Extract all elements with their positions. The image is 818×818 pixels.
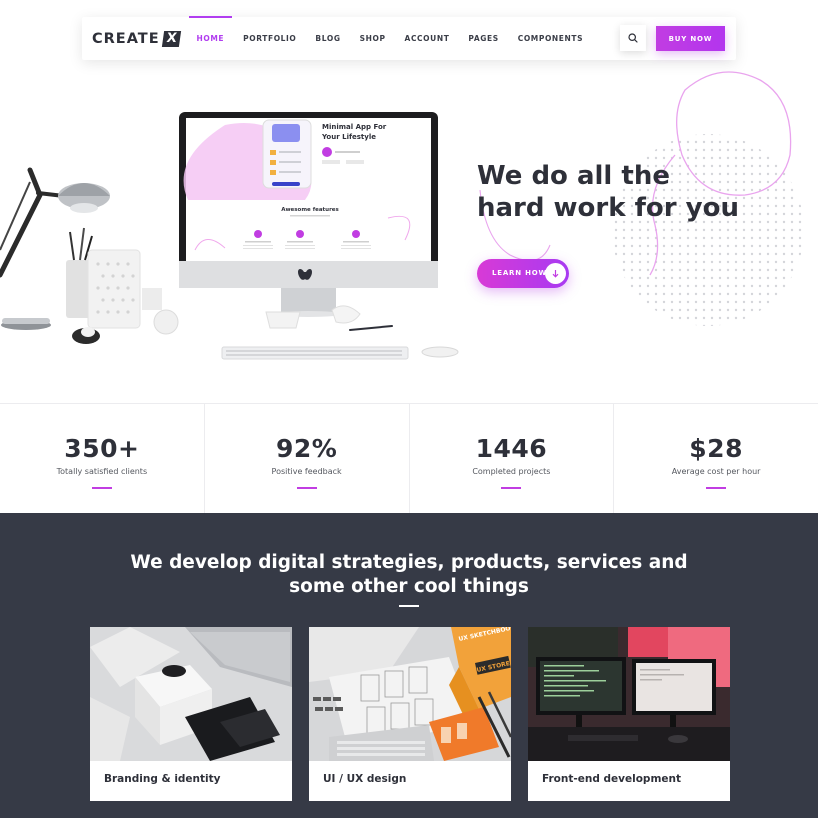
- nav-link-components[interactable]: COMPONENTS: [508, 17, 592, 60]
- navbar: CREATE X HOME PORTFOLIO BLOG SHOP ACCOUN…: [82, 16, 736, 60]
- card-label: Branding & identity: [104, 773, 221, 785]
- stat-label: Completed projects: [472, 467, 551, 476]
- screen-features-title: Awesome features: [281, 207, 339, 213]
- stat-value: 1446: [475, 434, 548, 463]
- card-label: UI / UX design: [323, 773, 407, 785]
- nav-link-home[interactable]: HOME: [187, 16, 234, 60]
- stat-label: Totally satisfied clients: [56, 467, 148, 476]
- nav-link-pages[interactable]: PAGES: [459, 17, 508, 60]
- arrow-down-circle: [545, 263, 566, 284]
- nav-link-account[interactable]: ACCOUNT: [395, 17, 459, 60]
- arrow-down-icon: [552, 270, 559, 278]
- learn-how-button[interactable]: LEARN HOW: [477, 259, 569, 288]
- services-section: We develop digital strategies, products,…: [0, 513, 818, 818]
- buy-now-button[interactable]: BUY NOW: [656, 26, 725, 51]
- desk-accessories-image: [66, 227, 179, 344]
- service-card-frontend[interactable]: Front-end development: [528, 627, 730, 801]
- stat-underline: [91, 487, 112, 489]
- stat-label: Average cost per hour: [671, 467, 761, 476]
- logo-mark: X: [161, 31, 181, 47]
- learn-how-label: LEARN HOW: [492, 269, 548, 277]
- stat-cost: $28 Average cost per hour: [614, 404, 818, 513]
- stat-feedback: 92% Positive feedback: [205, 404, 410, 513]
- nav-link-portfolio[interactable]: PORTFOLIO: [234, 17, 306, 60]
- stat-value: 92%: [275, 434, 338, 463]
- services-title-line2: some other cool things: [289, 576, 529, 597]
- hero-title-line1: We do all the: [477, 161, 670, 191]
- services-title: We develop digital strategies, products,…: [0, 551, 818, 599]
- stat-value: $28: [689, 434, 743, 463]
- frontend-image: [528, 627, 730, 761]
- nav-link-shop[interactable]: SHOP: [350, 17, 395, 60]
- hero-title-line2: hard work for you: [477, 193, 739, 223]
- service-card-uiux[interactable]: UX SKETCHBOOK UX STORE UI / UX design: [309, 627, 511, 801]
- stat-label: Positive feedback: [271, 467, 342, 476]
- stat-clients: 350+ Totally satisfied clients: [0, 404, 205, 513]
- logo-text: CREATE: [92, 31, 160, 47]
- logo[interactable]: CREATE X: [92, 30, 181, 48]
- nav-link-blog[interactable]: BLOG: [306, 17, 350, 60]
- stat-underline: [501, 487, 522, 489]
- hero-illustration: Minimal App For Your Lifestyle Awesome f…: [0, 112, 459, 360]
- screen-headline-line2: Your Lifestyle: [321, 133, 376, 141]
- search-button[interactable]: [620, 25, 646, 51]
- card-label: Front-end development: [542, 773, 682, 785]
- nav-links: HOME PORTFOLIO BLOG SHOP ACCOUNT PAGES C…: [187, 16, 593, 60]
- stat-value: 350+: [64, 434, 140, 463]
- monitor-image: Minimal App For Your Lifestyle Awesome f…: [179, 112, 438, 317]
- keyboard-image: [221, 305, 459, 360]
- stat-underline: [706, 487, 727, 489]
- stat-projects: 1446 Completed projects: [410, 404, 615, 513]
- service-card-branding[interactable]: Branding & identity: [90, 627, 292, 801]
- hero-title: We do all the hard work for you: [477, 160, 777, 224]
- services-divider: [399, 605, 419, 607]
- screen-headline-line1: Minimal App For: [322, 123, 387, 131]
- stat-underline: [296, 487, 317, 489]
- services-title-line1: We develop digital strategies, products,…: [130, 552, 688, 573]
- search-icon: [628, 33, 638, 43]
- stats-section: 350+ Totally satisfied clients 92% Posit…: [0, 403, 818, 513]
- branding-image: [90, 627, 292, 761]
- uiux-image: UX SKETCHBOOK UX STORE: [309, 627, 511, 761]
